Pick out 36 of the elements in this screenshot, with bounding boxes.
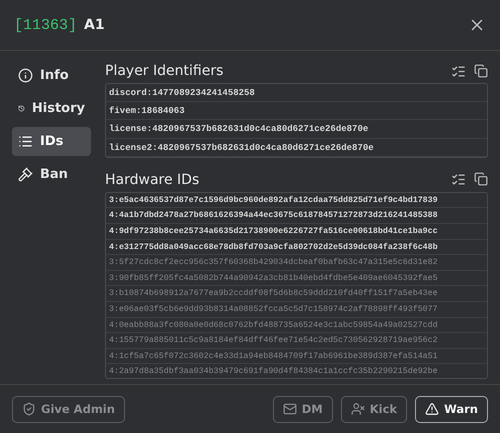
copy-icon[interactable] xyxy=(474,172,488,186)
list-icon xyxy=(18,134,33,149)
copy-icon[interactable] xyxy=(474,64,488,78)
identifier-row: 4:e312775dd8a049acc68e78db8fd703a9cfa802702d2e5d39dc084fa238f6c48b xyxy=(106,240,487,256)
section-title: Hardware IDs xyxy=(105,172,200,188)
info-icon xyxy=(18,68,33,83)
identifier-row: 4:9df97238b8cee25734a6635d21738900e6226727fa516ce00618bd41ce1ba9cc xyxy=(106,224,487,240)
gavel-icon xyxy=(18,167,33,182)
identifier-row: 3:e5ac4636537d87e7c1596d9bc960de892afa12cdaa75dd825d71ef9c4bd17839 xyxy=(106,192,487,208)
warning-icon xyxy=(425,402,440,416)
identifier-row: 3:90fb85ff205fc4a5082b744a90942a3cb81b40ebd4fdbe5e409ae6045392fae5 xyxy=(106,270,487,286)
player-name: A1 xyxy=(84,17,105,33)
identifier-row: fivem:18684063 xyxy=(106,102,487,120)
sidebar-tab[interactable]: History xyxy=(12,94,91,123)
identifier-row: 3:e06ae03f5cb6e9dd93b8314a08852fcca5c5d7c158974c2af78898ff493f5077 xyxy=(106,302,487,318)
identifier-row: 3:b10874b698912a7677ea9b2ccddf08f5d6b8c59ddd210fd40ff151f7a5eb43ee xyxy=(106,286,487,302)
user-cross-icon xyxy=(350,402,365,416)
mail-icon xyxy=(282,402,297,416)
identifier-row: license2:4820967537b682631d0c4ca80d6271ce26de870e xyxy=(106,138,487,157)
identifier-row: 4:0eabb88a3fc080a0e0d68c0762bfd488735a6524e3c1abc59854a49a02527cdd xyxy=(106,318,487,334)
identifier-row: 4:1cf5a7c65f072c3602c4e33d1a94eb8484709f17ab6961be389d387efa514a51 xyxy=(106,348,487,364)
shield-icon xyxy=(22,402,36,416)
checklist-icon[interactable] xyxy=(451,172,466,188)
sidebar-tab[interactable]: IDs xyxy=(12,127,91,156)
identifier-row: 3:5f27cdc8cf2ecc956c357f60368b429034dcbeaf0bafb63c47a315e5c6d31e82 xyxy=(106,255,487,271)
player-id: [11363] xyxy=(14,16,78,34)
identifier-row: license:4820967537b682631d0c4ca80d6271ce26de870e xyxy=(106,120,487,139)
identifier-row: 4:2a97d8a35dbf3aa034b39479c691fa90d4f84384c1a1ccfc35b2290215de92be xyxy=(106,364,487,378)
identifier-row: discord:1477089234241458258 xyxy=(106,84,487,102)
sidebar-tab[interactable]: Ban xyxy=(12,160,91,189)
action-button[interactable]: Warn xyxy=(415,396,488,422)
identifier-row: 4:4a1b7dbd2478a27b6861626394a44ec3675c618784571272873d216241485388 xyxy=(106,208,487,224)
section-title: Player Identifiers xyxy=(105,63,224,79)
identifier-row: 4:155779a885011c5c9a8184ef84dff46fee71e54c2ed5c730562928719ae956c2 xyxy=(106,333,487,349)
sidebar-tab[interactable]: Info xyxy=(12,61,91,90)
checklist-icon[interactable] xyxy=(451,64,466,78)
